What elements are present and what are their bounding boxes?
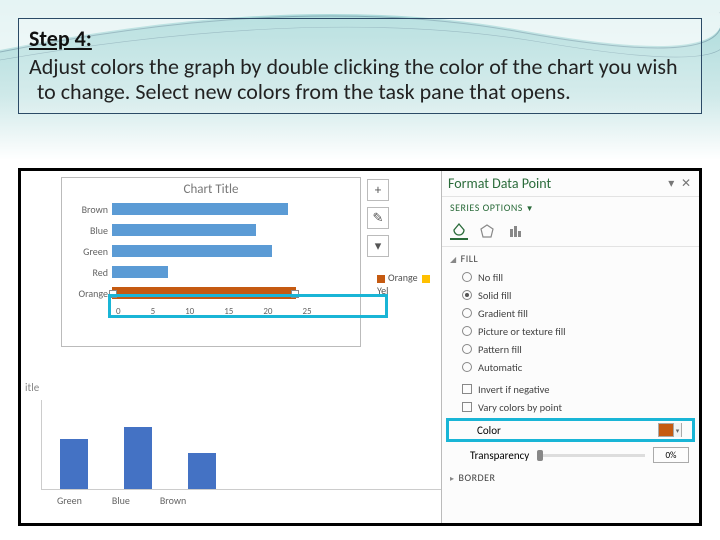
worksheet-area[interactable]: Chart Title Brown Blue Green Red Orange … [21, 171, 441, 523]
bar-green[interactable] [112, 245, 272, 257]
chart-filter-button[interactable]: ▾ [367, 235, 389, 257]
opt-pattern-fill[interactable]: Pattern fill [462, 340, 691, 358]
chart-styles-button[interactable]: ✎ [367, 207, 389, 229]
transparency-slider[interactable] [537, 454, 645, 457]
color-swatch-button[interactable]: ▾ [658, 423, 682, 437]
col-blue[interactable] [124, 427, 152, 489]
lower-chart-title: itle [25, 381, 441, 394]
opt-vary-colors[interactable]: Vary colors by point [462, 398, 691, 416]
instruction-box: Step 4: Adjust colors the graph by doubl… [18, 18, 702, 114]
chart-legend[interactable]: Orange Yel [377, 271, 441, 297]
opt-picture-fill[interactable]: Picture or texture fill [462, 322, 691, 340]
step-heading: Step 4: [29, 25, 691, 52]
opt-solid-fill[interactable]: Solid fill [462, 286, 691, 304]
bar-blue[interactable] [112, 224, 256, 236]
opt-automatic[interactable]: Automatic [462, 358, 691, 376]
col-green[interactable] [60, 439, 88, 489]
series-options-dropdown[interactable]: SERIES OPTIONS ▼ [442, 197, 699, 218]
fill-section-header[interactable]: ◢FILL [442, 247, 699, 268]
chart-title[interactable]: Chart Title [62, 182, 360, 197]
border-section-header[interactable]: ▸BORDER [442, 466, 699, 487]
cat-label: Green [62, 245, 112, 258]
highlight-selected-bar [108, 294, 388, 318]
series-options-tab-icon[interactable] [506, 222, 524, 240]
chart-elements-button[interactable]: + [367, 179, 389, 201]
opt-no-fill[interactable]: No fill [462, 268, 691, 286]
excel-screenshot: Chart Title Brown Blue Green Red Orange … [18, 168, 702, 526]
embedded-chart[interactable]: Chart Title Brown Blue Green Red Orange … [61, 177, 361, 347]
pane-title: Format Data Point [448, 175, 551, 192]
lower-column-chart[interactable]: itle Green Blue Brown [21, 381, 441, 521]
cat-label: Brown [62, 203, 112, 216]
fill-color-picker[interactable]: Color ▾ [446, 418, 695, 442]
bar-red[interactable] [112, 266, 168, 278]
transparency-value[interactable]: 0% [653, 447, 689, 463]
format-data-point-pane: Format Data Point ▾ ✕ SERIES OPTIONS ▼ ◢… [441, 171, 699, 523]
cat-label: Blue [62, 224, 112, 237]
cat-label: Orange [62, 287, 112, 300]
color-label: Color [477, 424, 501, 437]
fill-line-tab-icon[interactable] [450, 222, 468, 240]
pane-close-icon[interactable]: ▾ ✕ [668, 176, 693, 191]
cat-label: Red [62, 266, 112, 279]
opt-invert-negative[interactable]: Invert if negative [462, 380, 691, 398]
transparency-row[interactable]: Transparency 0% [442, 444, 699, 466]
opt-gradient-fill[interactable]: Gradient fill [462, 304, 691, 322]
step-body: Adjust colors the graph by double clicki… [29, 54, 691, 105]
bar-brown[interactable] [112, 203, 288, 215]
transparency-label: Transparency [470, 449, 529, 462]
col-brown[interactable] [188, 453, 216, 489]
effects-tab-icon[interactable] [478, 222, 496, 240]
